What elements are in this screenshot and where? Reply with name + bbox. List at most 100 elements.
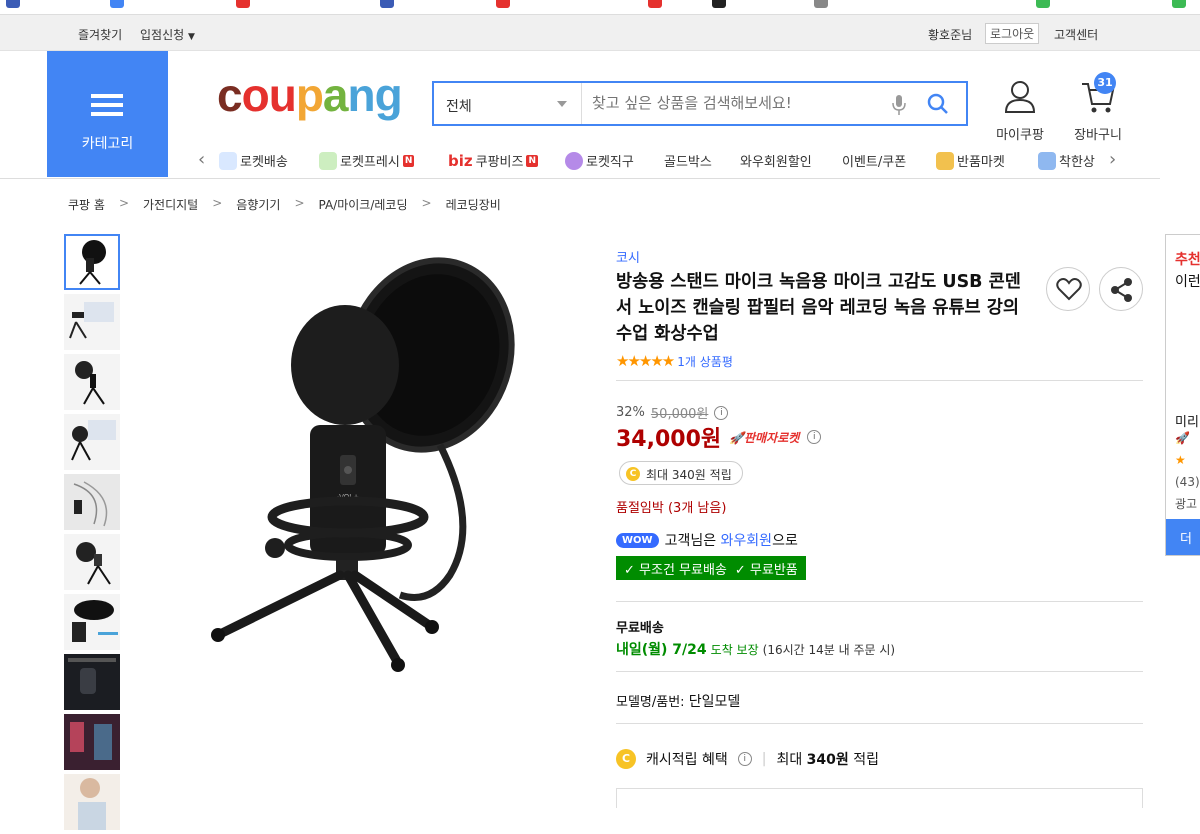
nav-good-shop[interactable]: 착한상	[1038, 151, 1100, 170]
search-input[interactable]	[592, 92, 882, 114]
rating-row[interactable]: ★★★★★ 1개 상품평	[616, 352, 733, 370]
wow-member-row: WOW 고객님은 와우회원으로	[616, 530, 798, 550]
thumbnail[interactable]	[64, 474, 120, 530]
breadcrumb-item[interactable]: PA/마이크/레코딩	[319, 196, 408, 213]
model-row: 모델명/품번: 단일모델	[616, 691, 740, 711]
nav-rocket-fresh[interactable]: 로켓프레시 N	[319, 151, 415, 170]
thumbnail[interactable]	[64, 414, 120, 470]
product-main-image[interactable]: -VOL+	[180, 245, 560, 695]
rec-review-count: (43)	[1175, 475, 1200, 489]
rec-title: 추천	[1175, 252, 1200, 268]
bookmark-icon[interactable]	[110, 0, 124, 8]
rocket-icon	[219, 151, 237, 170]
divider	[616, 601, 1143, 602]
thumbnail[interactable]	[64, 654, 120, 710]
nav-label: 이벤트/쿠폰	[842, 155, 907, 170]
bookmark-icon[interactable]	[814, 0, 828, 8]
cash-reward-label: 최대 340원 적립	[646, 467, 732, 482]
search-scope-select[interactable]: 전체	[434, 83, 582, 124]
thumbnail[interactable]	[64, 234, 120, 290]
star-rating-icon: ★	[1175, 453, 1186, 467]
rec-more-button[interactable]: 더	[1166, 519, 1200, 555]
my-coupang-button[interactable]: 마이쿠팡	[992, 78, 1048, 143]
my-coupang-label: 마이쿠팡	[996, 128, 1044, 143]
model-value: 단일모델	[688, 694, 741, 710]
chevron-right-icon: >	[421, 196, 432, 210]
header-divider	[0, 178, 1160, 179]
share-button[interactable]	[1099, 267, 1143, 311]
wow-member-link[interactable]: 와우회원	[721, 533, 773, 549]
nav-next-icon[interactable]: ›	[1109, 149, 1116, 170]
free-shipping-label: ✓ 무조건 무료배송	[624, 563, 727, 578]
category-label: 카테고리	[81, 136, 134, 152]
menu-icon	[91, 94, 123, 116]
microphone-icon[interactable]	[892, 94, 906, 116]
user-icon	[1004, 81, 1036, 113]
nav-gold-box[interactable]: 골드박스	[664, 151, 712, 170]
order-deadline-note: (16시간 14분 내 주문 시)	[762, 643, 896, 657]
nav-wow-discount[interactable]: 와우회원할인	[740, 151, 812, 170]
review-count-link[interactable]: 1개 상품평	[677, 353, 733, 370]
breadcrumb-item[interactable]: 레코딩장비	[446, 196, 501, 213]
breadcrumb-item[interactable]: 음향기기	[236, 196, 280, 213]
thumbnail[interactable]	[64, 294, 120, 350]
nav-label: 쿠팡비즈	[475, 155, 524, 170]
search-bar: 전체	[432, 81, 968, 126]
shipping-type: 무료배송	[616, 621, 664, 636]
bookmark-icon[interactable]	[236, 0, 250, 8]
breadcrumb-item[interactable]: 가전디지털	[143, 196, 198, 213]
bookmark-icon[interactable]	[712, 0, 726, 8]
seller-rocket-badge: 🚀판매자로켓	[729, 430, 800, 445]
bookmark-icon[interactable]	[1172, 0, 1186, 8]
nav-rocket-direct[interactable]: 로켓직구	[565, 151, 634, 170]
category-button[interactable]: 카테고리	[47, 51, 168, 177]
free-shipping-box: ✓ 무조건 무료배송 ✓ 무료반품	[616, 556, 806, 580]
info-icon[interactable]: i	[737, 752, 752, 766]
info-icon[interactable]: i	[807, 430, 822, 444]
thumbnail[interactable]	[64, 714, 120, 770]
bookmark-icon[interactable]	[380, 0, 394, 8]
cash-benefit-label: 캐시적립 혜택	[646, 752, 728, 768]
bookmark-icon[interactable]	[496, 0, 510, 8]
coupang-logo[interactable]: coupang	[217, 68, 403, 122]
wishlist-button[interactable]	[1046, 267, 1090, 311]
nav-events-coupons[interactable]: 이벤트/쿠폰	[842, 151, 906, 170]
chevron-right-icon: >	[294, 196, 305, 210]
nav-coupang-biz[interactable]: biz 쿠팡비즈 N	[448, 151, 538, 170]
share-icon	[1111, 278, 1132, 302]
nav-rocket-delivery[interactable]: 로켓배송	[219, 151, 288, 170]
thumbnail[interactable]	[64, 534, 120, 590]
option-box	[616, 788, 1143, 808]
bookmark-icon[interactable]	[6, 0, 20, 8]
free-return-label: ✓ 무료반품	[734, 563, 798, 578]
thumbnail[interactable]	[64, 354, 120, 410]
biz-icon: biz	[448, 151, 473, 170]
stock-status: 품절임박 (3개 남음)	[616, 501, 727, 516]
model-label: 모델명/품번:	[616, 695, 685, 710]
thumbnail[interactable]	[64, 774, 120, 830]
cash-reward-pill[interactable]: C 최대 340원 적립	[619, 461, 743, 485]
nav-label: 로켓직구	[586, 155, 634, 170]
star-rating-icon: ★★★★★	[616, 352, 675, 370]
original-price: 50,000원	[650, 407, 709, 422]
seller-apply-menu[interactable]: 입점신청 ▼	[140, 26, 195, 43]
user-greeting: 황호준님	[928, 26, 972, 43]
info-icon[interactable]: i	[714, 405, 729, 420]
thumbnail-list	[64, 234, 122, 834]
search-icon[interactable]	[926, 92, 950, 116]
favorites-link[interactable]: 즐겨찾기	[78, 26, 122, 43]
thumbnail[interactable]	[64, 594, 120, 650]
brand-link[interactable]: 코시	[616, 247, 640, 266]
divider	[616, 723, 1143, 724]
nav-label: 로켓프레시	[340, 155, 400, 170]
bookmark-icon[interactable]	[648, 0, 662, 8]
logout-button[interactable]: 로그아웃	[985, 23, 1040, 44]
nav-return-market[interactable]: 반품마켓	[936, 151, 1005, 170]
user-suffix: 님	[961, 28, 973, 42]
divider	[616, 671, 1143, 672]
breadcrumb-item[interactable]: 쿠팡 홈	[68, 196, 105, 213]
customer-center-link[interactable]: 고객센터	[1054, 26, 1098, 43]
rec-item-name[interactable]: 미리	[1175, 411, 1199, 430]
bookmark-icon[interactable]	[1036, 0, 1050, 8]
price-row: 34,000원 🚀판매자로켓 i	[616, 421, 822, 453]
